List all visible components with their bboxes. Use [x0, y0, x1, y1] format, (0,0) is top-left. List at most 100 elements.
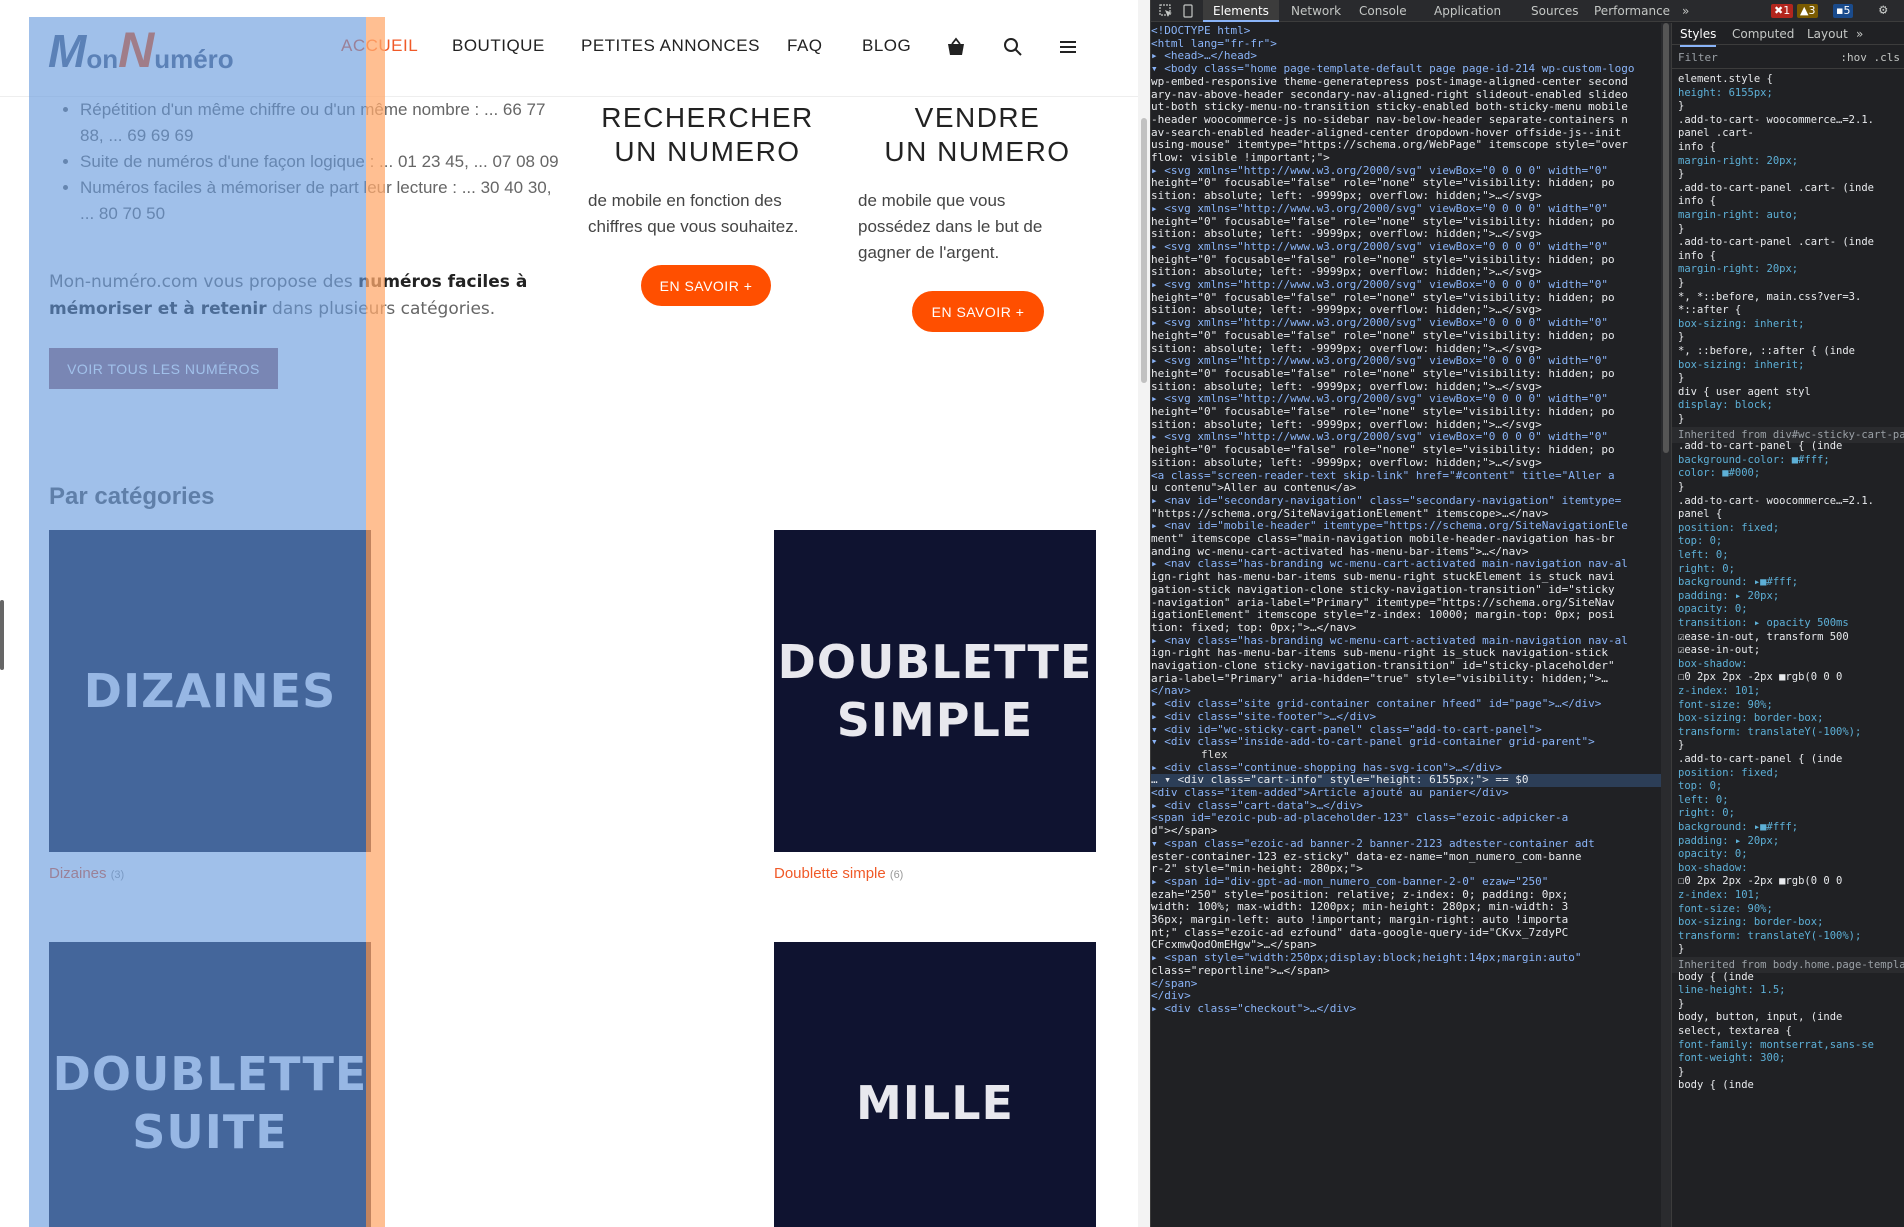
dom-node-line[interactable]: ▸ <div class="checkout">…</div>: [1151, 1003, 1661, 1016]
dom-node-line[interactable]: gation-stick navigation-clone sticky-nav…: [1151, 584, 1661, 597]
dom-node-line[interactable]: ▸ <svg xmlns="http://www.w3.org/2000/svg…: [1151, 165, 1661, 178]
dom-node-line[interactable]: … ▾ <div class="cart-info" style="height…: [1151, 774, 1661, 787]
tab-elements[interactable]: Elements: [1203, 0, 1279, 22]
category-tile-dizaines[interactable]: DIZAINES: [49, 530, 371, 852]
dom-node-line[interactable]: sition: absolute; left: -9999px; overflo…: [1151, 266, 1661, 279]
tab-console[interactable]: Console: [1359, 0, 1407, 22]
dom-node-line[interactable]: CFcxmwQodOmEHgw">…</span>: [1151, 939, 1661, 952]
dom-node-line[interactable]: height="0" focusable="false" role="none"…: [1151, 406, 1661, 419]
dom-node-line[interactable]: r-2" style="min-height: 280px;">: [1151, 863, 1661, 876]
dom-node-line[interactable]: height="0" focusable="false" role="none"…: [1151, 330, 1661, 343]
dom-node-line[interactable]: ary-nav-above-header secondary-nav-align…: [1151, 89, 1661, 102]
dom-node-line[interactable]: u contenu">Aller au contenu</a>: [1151, 482, 1661, 495]
hov-cls-toggles[interactable]: :hov .cls: [1840, 47, 1900, 69]
dom-node-line[interactable]: flex: [1151, 749, 1661, 762]
dom-node-line[interactable]: igationElement" itemscope style="z-index…: [1151, 609, 1661, 622]
dom-node-line[interactable]: ▸ <svg xmlns="http://www.w3.org/2000/svg…: [1151, 241, 1661, 254]
category-tile-doublette-simple[interactable]: DOUBLETTE SIMPLE: [774, 530, 1096, 852]
dom-node-line[interactable]: height="0" focusable="false" role="none"…: [1151, 177, 1661, 190]
tab-application[interactable]: Application: [1434, 0, 1501, 22]
page-scroll-thumb[interactable]: [1141, 118, 1147, 383]
dom-node-line[interactable]: ▾ <div class="inside-add-to-cart-panel g…: [1151, 736, 1661, 749]
dom-node-line[interactable]: ▸ <svg xmlns="http://www.w3.org/2000/svg…: [1151, 431, 1661, 444]
dom-node-line[interactable]: -header woocommerce-js no-sidebar nav-be…: [1151, 114, 1661, 127]
dom-node-line[interactable]: height="0" focusable="false" role="none"…: [1151, 254, 1661, 267]
dom-node-line[interactable]: sition: absolute; left: -9999px; overflo…: [1151, 381, 1661, 394]
view-all-numbers-button[interactable]: VOIR TOUS LES NUMÉROS: [49, 348, 278, 389]
dom-node-line[interactable]: ▸ <div class="site grid-container contai…: [1151, 698, 1661, 711]
tab-layout[interactable]: Layout: [1807, 23, 1848, 45]
category-caption-dizaines[interactable]: Dizaines (3): [49, 865, 124, 882]
tab-styles[interactable]: Styles: [1680, 23, 1717, 47]
dom-scroll-thumb[interactable]: [1663, 23, 1669, 453]
nav-faq[interactable]: FAQ: [787, 36, 823, 56]
dom-node-line[interactable]: </div>: [1151, 990, 1661, 1003]
search-learn-more-button[interactable]: EN SAVOIR +: [641, 265, 771, 306]
dom-node-line[interactable]: ester-container-123 ez-sticky" data-ez-n…: [1151, 851, 1661, 864]
error-count-badge[interactable]: ✖1: [1771, 4, 1794, 18]
dom-node-line[interactable]: d"></span>: [1151, 825, 1661, 838]
dom-node-line[interactable]: ▸ <svg xmlns="http://www.w3.org/2000/svg…: [1151, 355, 1661, 368]
search-icon[interactable]: [1002, 36, 1024, 58]
basket-icon[interactable]: [945, 36, 967, 58]
dom-node-line[interactable]: tion: fixed; top: 0px;">…</nav>: [1151, 622, 1661, 635]
dom-node-line[interactable]: class="reportline">…</span>: [1151, 965, 1661, 978]
dom-node-line[interactable]: sition: absolute; left: -9999px; overflo…: [1151, 228, 1661, 241]
nav-blog[interactable]: BLOG: [862, 36, 911, 56]
device-toolbar-icon[interactable]: [1181, 4, 1195, 18]
dom-node-line[interactable]: ▸ <nav id="secondary-navigation" class="…: [1151, 495, 1661, 508]
dom-node-line[interactable]: ▸ <svg xmlns="http://www.w3.org/2000/svg…: [1151, 203, 1661, 216]
dom-node-line[interactable]: nt;" class="ezoic-ad ezfound" data-googl…: [1151, 927, 1661, 940]
dom-scrollbar[interactable]: [1661, 23, 1671, 1227]
dom-node-line[interactable]: ▸ <svg xmlns="http://www.w3.org/2000/svg…: [1151, 279, 1661, 292]
tab-computed[interactable]: Computed: [1732, 23, 1794, 45]
nav-petites-annonces[interactable]: PETITES ANNONCES: [581, 36, 760, 56]
resize-handle[interactable]: [0, 600, 4, 670]
tab-sources[interactable]: Sources: [1531, 0, 1578, 22]
nav-accueil[interactable]: ACCUEIL: [341, 36, 418, 56]
dom-node-line[interactable]: <!DOCTYPE html>: [1151, 25, 1661, 38]
tab-styles-more[interactable]: »: [1856, 23, 1863, 45]
dom-node-line[interactable]: ign-right has-menu-bar-items sub-menu-ri…: [1151, 647, 1661, 660]
inspect-element-icon[interactable]: [1159, 4, 1173, 18]
dom-node-line[interactable]: sition: absolute; left: -9999px; overflo…: [1151, 457, 1661, 470]
menu-icon[interactable]: [1057, 36, 1079, 58]
dom-node-line[interactable]: ▸ <div class="continue-shopping has-svg-…: [1151, 762, 1661, 775]
styles-filter-input[interactable]: Filter :hov .cls: [1672, 47, 1904, 69]
dom-node-line[interactable]: sition: absolute; left: -9999px; overflo…: [1151, 343, 1661, 356]
dom-node-line[interactable]: height="0" focusable="false" role="none"…: [1151, 444, 1661, 457]
dom-node-line[interactable]: ▸ <span style="width:250px;display:block…: [1151, 952, 1661, 965]
dom-node-line[interactable]: ▸ <svg xmlns="http://www.w3.org/2000/svg…: [1151, 317, 1661, 330]
dom-node-line[interactable]: ezah="250" style="position: relative; z-…: [1151, 889, 1661, 902]
dom-node-line[interactable]: sition: absolute; left: -9999px; overflo…: [1151, 304, 1661, 317]
nav-boutique[interactable]: BOUTIQUE: [452, 36, 545, 56]
dom-node-line[interactable]: sition: absolute; left: -9999px; overflo…: [1151, 419, 1661, 432]
message-count-badge[interactable]: ▪5: [1833, 4, 1854, 18]
site-logo[interactable]: M on N uméro: [48, 24, 283, 75]
dom-node-line[interactable]: "https://schema.org/SiteNavigationElemen…: [1151, 508, 1661, 521]
dom-node-line[interactable]: <html lang="fr-fr">: [1151, 38, 1661, 51]
dom-node-line[interactable]: wp-embed-responsive theme-generatepress …: [1151, 76, 1661, 89]
dom-node-line[interactable]: ign-right has-menu-bar-items sub-menu-ri…: [1151, 571, 1661, 584]
dom-node-line[interactable]: ▸ <svg xmlns="http://www.w3.org/2000/svg…: [1151, 393, 1661, 406]
tab-more[interactable]: »: [1682, 0, 1689, 22]
dom-node-line[interactable]: <a class="screen-reader-text skip-link" …: [1151, 470, 1661, 483]
dom-node-line[interactable]: height="0" focusable="false" role="none"…: [1151, 216, 1661, 229]
dom-node-line[interactable]: ▾ <div id="wc-sticky-cart-panel" class="…: [1151, 724, 1661, 737]
gear-icon[interactable]: ⚙: [1879, 2, 1887, 18]
dom-node-line[interactable]: height="0" focusable="false" role="none"…: [1151, 368, 1661, 381]
category-tile-mille[interactable]: MILLE: [774, 942, 1096, 1227]
dom-node-line[interactable]: <div class="item-added">Article ajouté a…: [1151, 787, 1661, 800]
dom-node-line[interactable]: 36px; margin-left: auto !important; marg…: [1151, 914, 1661, 927]
dom-node-line[interactable]: width: 100%; max-width: 1200px; min-heig…: [1151, 901, 1661, 914]
dom-node-line[interactable]: ▾ <body class="home page-template-defaul…: [1151, 63, 1661, 76]
dom-node-line[interactable]: -navigation" aria-label="Primary" itemty…: [1151, 597, 1661, 610]
dom-node-line[interactable]: ▸ <span id="div-gpt-ad-mon_numero_com-ba…: [1151, 876, 1661, 889]
dom-node-line[interactable]: ▸ <div class="site-footer">…</div>: [1151, 711, 1661, 724]
dom-node-line[interactable]: ▸ <head>…</head>: [1151, 50, 1661, 63]
warning-count-badge[interactable]: ▲3: [1797, 4, 1819, 18]
dom-node-line[interactable]: ment" itemscope class="main-navigation m…: [1151, 533, 1661, 546]
dom-node-line[interactable]: flow: visible !important;">: [1151, 152, 1661, 165]
dom-node-line[interactable]: ▸ <nav class="has-branding wc-menu-cart-…: [1151, 635, 1661, 648]
dom-node-line[interactable]: navigation-clone sticky-navigation-trans…: [1151, 660, 1661, 673]
